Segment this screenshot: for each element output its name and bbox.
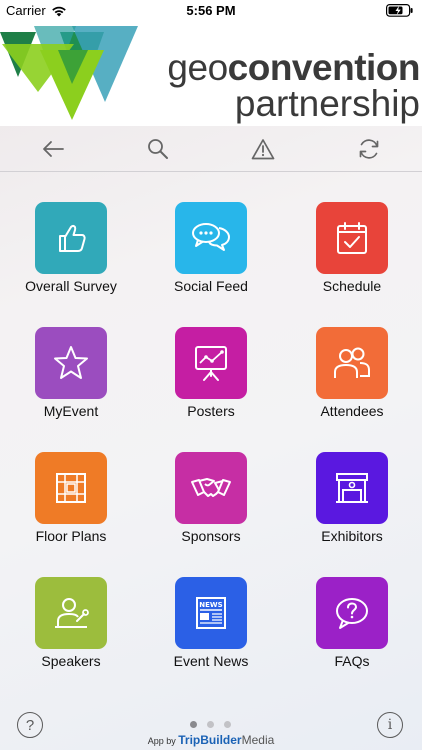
page-dot-3[interactable] [224, 721, 231, 728]
tile-sponsors[interactable]: Sponsors [140, 452, 280, 562]
tile-label: Attendees [320, 403, 384, 419]
tile-label: Event News [173, 653, 249, 669]
tile-label: Social Feed [174, 278, 248, 294]
tile-icon-bg [175, 452, 247, 524]
page-dot-2[interactable] [207, 721, 214, 728]
newspaper-icon: NEWS [196, 597, 226, 629]
credit-brand-a: TripBuilder [178, 733, 242, 747]
page-dot-1[interactable] [190, 721, 197, 728]
clock: 5:56 PM [186, 3, 236, 18]
tile-social-feed[interactable]: Social Feed [140, 202, 280, 312]
refresh-button[interactable] [356, 136, 382, 162]
alerts-button[interactable] [250, 136, 276, 162]
star-icon [54, 346, 88, 379]
tile-icon-bg [316, 577, 388, 649]
presentation-icon [195, 346, 227, 381]
battery-charging-icon [386, 4, 413, 17]
tile-myevent[interactable]: MyEvent [0, 327, 140, 437]
brand-line-2: partnership [234, 83, 420, 124]
tile-schedule[interactable]: Schedule [281, 202, 421, 312]
event-banner: geoconvention partnership [0, 22, 422, 126]
tile-icon-bg: NEWS [175, 577, 247, 649]
info-icon: i [387, 717, 393, 733]
chat-bubbles-icon [192, 223, 230, 251]
speaker-icon [55, 598, 89, 628]
tile-icon-bg [316, 202, 388, 274]
tile-label: Exhibitors [321, 528, 383, 544]
search-button[interactable] [145, 136, 171, 162]
tile-label: Overall Survey [25, 278, 117, 294]
floor-plan-icon [56, 473, 86, 503]
tile-label: Floor Plans [35, 528, 107, 544]
footer: ? App by TripBuilderMedia i [0, 700, 422, 750]
tile-faqs[interactable]: FAQs [281, 577, 421, 687]
svg-text:NEWS: NEWS [199, 601, 222, 609]
status-bar: Carrier 5:56 PM [0, 0, 422, 22]
page-indicator[interactable] [190, 721, 231, 728]
people-icon [334, 347, 370, 378]
back-button[interactable] [40, 136, 66, 162]
tile-icon-bg [35, 202, 107, 274]
brand-line-1: geoconvention [167, 47, 420, 88]
tile-event-news[interactable]: NEWS Event News [140, 577, 280, 687]
search-icon [148, 139, 168, 159]
tile-icon-bg [175, 202, 247, 274]
tile-label: Sponsors [181, 528, 241, 544]
question-bubble-icon [336, 598, 368, 629]
tile-exhibitors[interactable]: Exhibitors [281, 452, 421, 562]
toolbar [0, 126, 422, 172]
credit-brand-b: Media [241, 733, 275, 747]
info-button[interactable]: i [377, 712, 403, 738]
tile-icon-bg [35, 577, 107, 649]
booth-icon [336, 473, 368, 503]
tile-label: MyEvent [43, 403, 99, 419]
refresh-icon [359, 139, 379, 159]
tile-floor-plans[interactable]: Floor Plans [0, 452, 140, 562]
tile-posters[interactable]: Posters [140, 327, 280, 437]
tile-label: Schedule [322, 278, 382, 294]
calendar-check-icon [337, 222, 367, 254]
tile-overall-survey[interactable]: Overall Survey [0, 202, 140, 312]
thumbs-up-icon [59, 225, 86, 252]
handshake-icon [191, 478, 231, 497]
tile-icon-bg [35, 327, 107, 399]
tile-label: Posters [187, 403, 235, 419]
warning-icon [251, 139, 275, 160]
tile-icon-bg [316, 327, 388, 399]
tile-speakers[interactable]: Speakers [0, 577, 140, 687]
tile-label: Speakers [41, 653, 101, 669]
tile-icon-bg [175, 327, 247, 399]
tile-label: FAQs [334, 653, 370, 669]
arrow-left-icon [43, 141, 64, 157]
tile-icon-bg [35, 452, 107, 524]
credit-prefix: App by [147, 736, 176, 746]
geoconvention-logo [0, 26, 138, 120]
help-icon: ? [25, 716, 35, 734]
tile-attendees[interactable]: Attendees [281, 327, 421, 437]
app-credit[interactable]: App by TripBuilderMedia [0, 733, 422, 747]
tile-icon-bg [316, 452, 388, 524]
